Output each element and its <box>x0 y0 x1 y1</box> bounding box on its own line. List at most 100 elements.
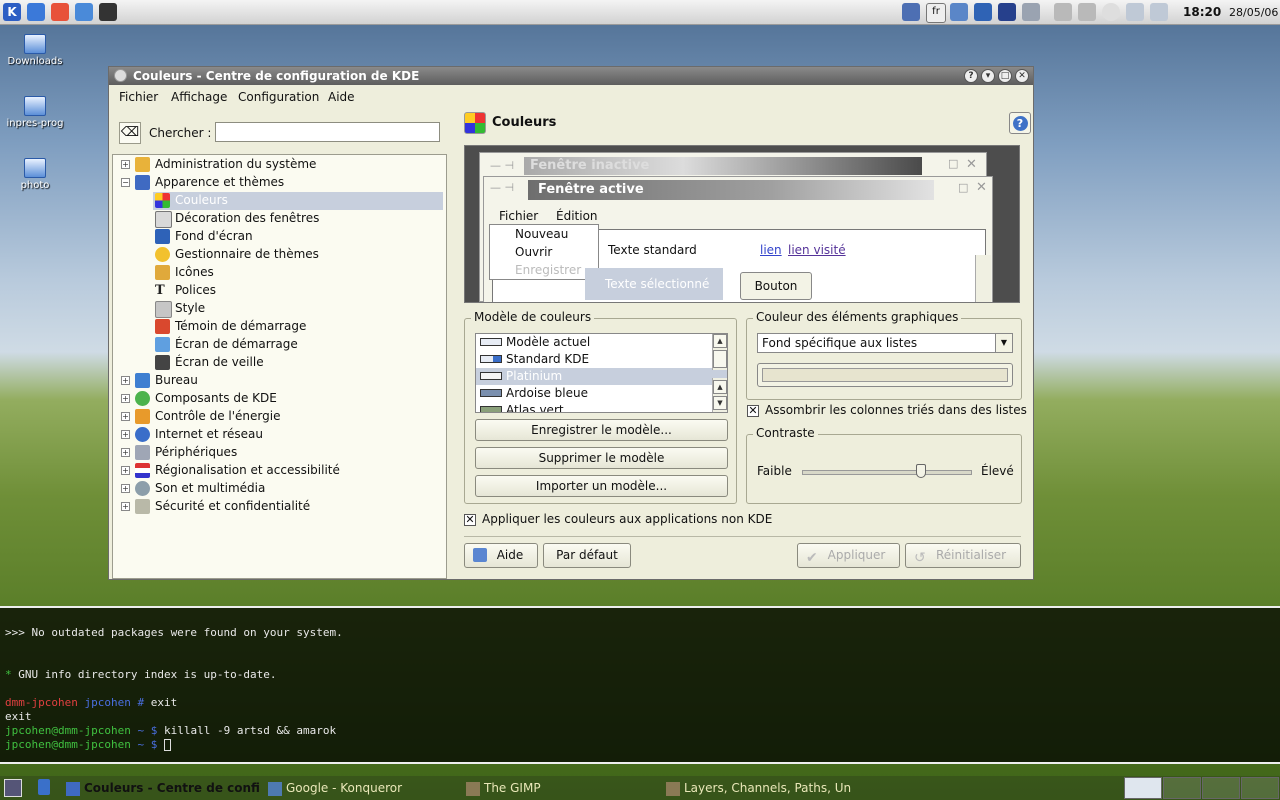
apply-non-kde-label[interactable]: Appliquer les couleurs aux applications … <box>482 512 772 526</box>
drive-icon-2[interactable] <box>1078 3 1096 21</box>
tree-item-screensaver[interactable]: Écran de veille <box>153 354 443 372</box>
tree-item-peripherals[interactable]: + Périphériques <box>121 444 441 462</box>
scheme-item[interactable]: Modèle actuel <box>476 334 727 351</box>
file-manager-icon[interactable] <box>38 779 50 795</box>
expand-toggle[interactable]: + <box>121 484 130 493</box>
color-picker-button[interactable] <box>757 363 1013 387</box>
terminal-icon[interactable] <box>99 3 117 21</box>
contrast-slider-track[interactable] <box>802 470 972 475</box>
expand-toggle[interactable]: + <box>121 448 130 457</box>
expand-toggle[interactable]: + <box>121 376 130 385</box>
task-layers[interactable]: Layers, Channels, Paths, Un <box>666 781 851 796</box>
darken-sorted-checkbox[interactable]: ✕ <box>747 405 759 417</box>
expand-toggle[interactable]: + <box>121 466 130 475</box>
network-icon[interactable] <box>75 3 93 21</box>
contrast-slider-handle[interactable] <box>916 464 926 478</box>
tree-item-theme-manager[interactable]: Gestionnaire de thèmes <box>153 246 443 264</box>
tree-item-launch-feedback[interactable]: Témoin de démarrage <box>153 318 443 336</box>
preview-button[interactable]: Bouton <box>740 272 812 300</box>
tree-item-kde-components[interactable]: + Composants de KDE <box>121 390 441 408</box>
shade-button[interactable]: ▾ <box>981 69 995 83</box>
show-desktop-icon[interactable] <box>4 779 22 797</box>
clock[interactable]: 18:20 <box>1183 5 1221 19</box>
scheme-item-selected[interactable]: Platinium <box>476 368 727 385</box>
scroll-up-icon[interactable]: ▲ <box>713 380 727 394</box>
task-konqueror[interactable]: Google - Konqueror <box>268 781 402 796</box>
tree-item-sound[interactable]: + Son et multimédia <box>121 480 441 498</box>
pager-desktop-1[interactable] <box>1124 777 1162 799</box>
menu-aide[interactable]: Aide <box>328 90 355 104</box>
task-gimp[interactable]: The GIMP <box>466 781 541 796</box>
pager-desktop-3[interactable] <box>1202 777 1240 799</box>
preview-menu-fichier[interactable]: Fichier <box>499 209 538 223</box>
tree-item-couleurs[interactable]: Couleurs <box>153 192 443 210</box>
save-scheme-button[interactable]: Enregistrer le modèle... <box>475 419 728 441</box>
clear-search-icon[interactable]: ⌫ <box>119 122 141 144</box>
tree-item-administration[interactable]: + Administration du système <box>121 156 441 174</box>
tree-item-appearance[interactable]: − Apparence et thèmes <box>121 174 441 192</box>
scheme-item[interactable]: Standard KDE <box>476 351 727 368</box>
reset-button[interactable]: ↺ Réinitialiser <box>905 543 1021 568</box>
drive-icon[interactable] <box>1054 3 1072 21</box>
preview-menu-edition[interactable]: Édition <box>556 209 598 223</box>
expand-toggle[interactable]: + <box>121 160 130 169</box>
preview-menu-item-new[interactable]: Nouveau <box>490 225 598 243</box>
kde-menu-icon[interactable]: K <box>3 3 21 21</box>
tree-item-decoration[interactable]: Décoration des fenêtres <box>153 210 443 228</box>
tree-item-splash[interactable]: Écran de démarrage <box>153 336 443 354</box>
import-scheme-button[interactable]: Importer un modèle... <box>475 475 728 497</box>
help-button[interactable]: ? <box>1009 112 1031 134</box>
tree-item-bureau[interactable]: + Bureau <box>121 372 441 390</box>
help-title-button[interactable]: ? <box>964 69 978 83</box>
module-tree[interactable]: + Administration du système − Apparence … <box>112 154 447 579</box>
tree-item-icons[interactable]: Icônes <box>153 264 443 282</box>
tray-icon-1[interactable] <box>902 3 920 21</box>
desktop-icon-downloads[interactable]: Downloads <box>0 34 70 67</box>
pager-desktop-4[interactable] <box>1241 777 1279 799</box>
terminal-window[interactable]: >>> No outdated packages were found on y… <box>0 606 1280 764</box>
defaults-button[interactable]: Par défaut <box>543 543 631 568</box>
apply-button[interactable]: ✔ Appliquer <box>797 543 900 568</box>
volume-icon[interactable] <box>974 3 992 21</box>
expand-toggle[interactable]: + <box>121 412 130 421</box>
tree-item-style[interactable]: Style <box>153 300 443 318</box>
color-preview[interactable]: — ⊣ Fenêtre inactive □ ✕ — ⊣ Fenêtre act… <box>464 145 1020 303</box>
search-input[interactable] <box>215 122 440 142</box>
desktop-icon[interactable] <box>27 3 45 21</box>
home-icon[interactable] <box>51 3 69 21</box>
widget-select[interactable]: Fond spécifique aux listes ▼ <box>757 333 1013 353</box>
tray-icon-3[interactable] <box>950 3 968 21</box>
scroll-up-icon[interactable]: ▲ <box>713 334 727 348</box>
delete-scheme-button[interactable]: Supprimer le modèle <box>475 447 728 469</box>
preview-scrollbar[interactable] <box>975 255 991 302</box>
collapse-toggle[interactable]: − <box>121 178 130 187</box>
cdrom-icon[interactable] <box>1102 3 1120 21</box>
tree-item-security[interactable]: + Sécurité et confidentialité <box>121 498 441 516</box>
maximize-button[interactable]: □ <box>998 69 1012 83</box>
tree-item-fonts[interactable]: T Polices <box>153 282 443 300</box>
window-menu-icon[interactable] <box>114 69 127 82</box>
usb-icon[interactable] <box>1126 3 1144 21</box>
apply-non-kde-checkbox[interactable]: ✕ <box>464 514 476 526</box>
tree-item-regional[interactable]: + Régionalisation et accessibilité <box>121 462 441 480</box>
scroll-down-icon[interactable]: ▼ <box>713 396 727 410</box>
menu-affichage[interactable]: Affichage <box>171 90 227 104</box>
pager-desktop-2[interactable] <box>1163 777 1201 799</box>
expand-toggle[interactable]: + <box>121 394 130 403</box>
task-couleurs[interactable]: Couleurs - Centre de confi <box>66 781 260 796</box>
tree-item-wallpaper[interactable]: Fond d'écran <box>153 228 443 246</box>
desktop-icon-inpres-prog[interactable]: inpres-prog <box>0 96 70 129</box>
expand-toggle[interactable]: + <box>121 430 130 439</box>
expand-toggle[interactable]: + <box>121 502 130 511</box>
preview-menu-item-open[interactable]: Ouvrir <box>490 243 598 261</box>
help-bottom-button[interactable]: Aide <box>464 543 538 568</box>
usb-icon-2[interactable] <box>1150 3 1168 21</box>
darken-sorted-label[interactable]: Assombrir les colonnes triés dans des li… <box>765 403 1027 417</box>
menu-configuration[interactable]: Configuration <box>238 90 319 104</box>
scheme-list-scrollbar-top[interactable]: ▲ <box>712 334 727 370</box>
scheme-list-scrollbar-bottom[interactable]: ▲ ▼ <box>712 378 727 412</box>
chevron-down-icon[interactable]: ▼ <box>995 334 1012 352</box>
tray-icon-6[interactable] <box>1022 3 1040 21</box>
scheme-item[interactable]: Ardoise bleue <box>476 385 727 402</box>
display-icon[interactable] <box>998 3 1016 21</box>
